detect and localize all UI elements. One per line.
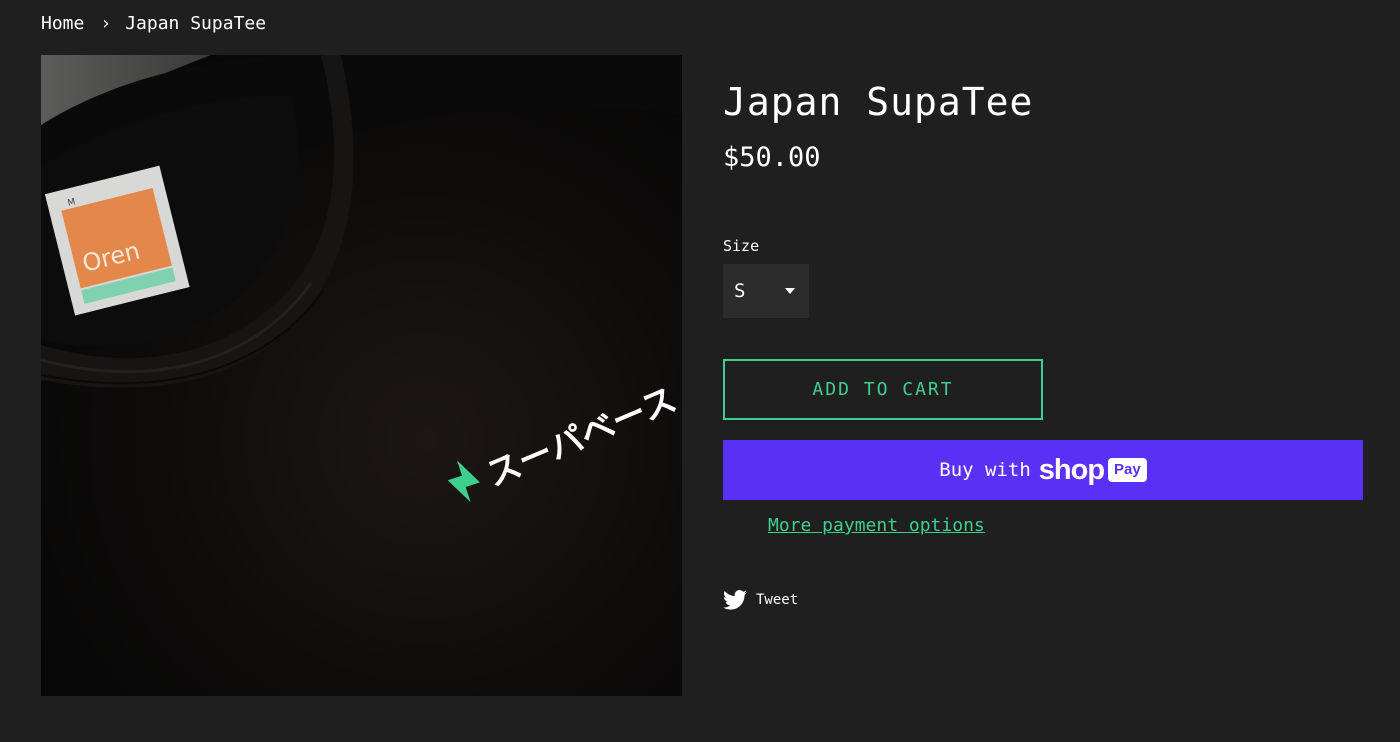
product-image[interactable]: M Oren スーパベース bbox=[41, 55, 682, 696]
twitter-icon bbox=[723, 590, 747, 610]
buy-with-label: Buy with bbox=[939, 459, 1031, 481]
size-label: Size bbox=[723, 237, 760, 255]
add-to-cart-button[interactable]: ADD TO CART bbox=[723, 359, 1043, 420]
breadcrumb: Home › Japan SupaTee bbox=[41, 12, 266, 36]
tweet-button[interactable]: Tweet bbox=[723, 589, 798, 611]
size-select[interactable]: S bbox=[723, 264, 809, 318]
shop-pay-button[interactable]: Buy with shop Pay bbox=[723, 440, 1363, 500]
breadcrumb-separator: › bbox=[100, 13, 112, 34]
chevron-down-icon bbox=[785, 288, 795, 294]
shop-logo-text: shop bbox=[1038, 453, 1105, 486]
breadcrumb-home-link[interactable]: Home bbox=[41, 12, 84, 36]
product-title: Japan SupaTee bbox=[723, 80, 1034, 124]
pay-badge: Pay bbox=[1108, 458, 1147, 482]
product-price: $50.00 bbox=[723, 142, 821, 173]
tweet-label: Tweet bbox=[756, 592, 799, 608]
more-payment-options-link[interactable]: More payment options bbox=[768, 514, 985, 538]
breadcrumb-current: Japan SupaTee bbox=[125, 13, 267, 34]
size-select-value: S bbox=[734, 280, 746, 302]
tshirt-photo: M Oren スーパベース bbox=[41, 55, 682, 696]
